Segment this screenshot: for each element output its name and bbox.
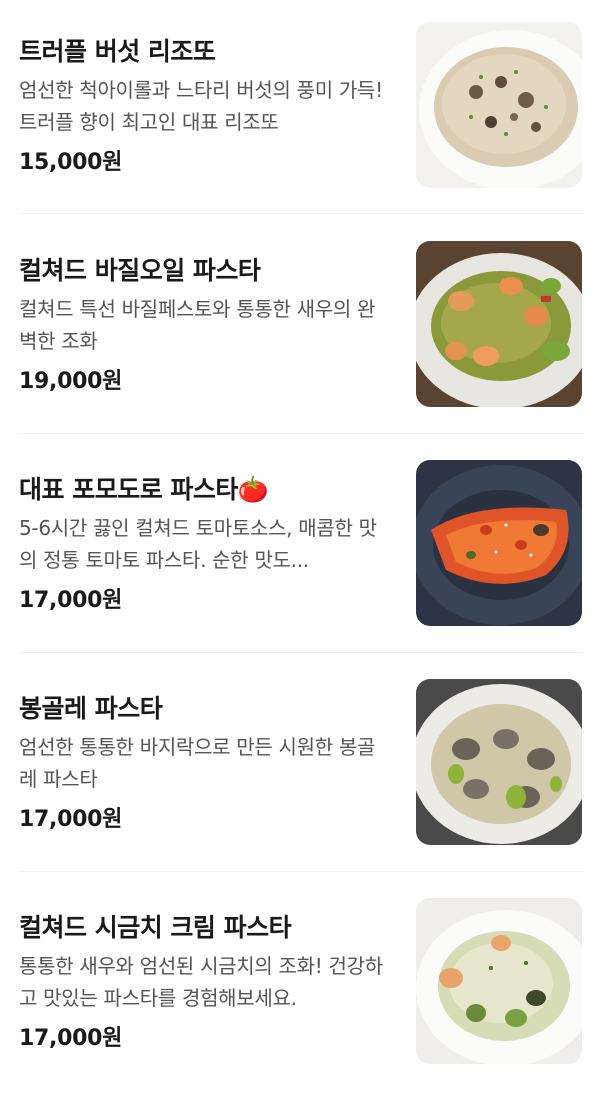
menu-item-price: 19,000원 <box>19 369 123 394</box>
menu-item-name: 대표 포모도로 파스타🍅 <box>19 475 269 504</box>
menu-item-basil-oil-pasta[interactable]: 컬쳐드 바질오일 파스타 컬쳐드 특선 바질페스토와 통통한 새우의 완벽한 조… <box>19 241 583 459</box>
vongole-pasta-photo-graphic <box>416 679 582 845</box>
basil-pasta-photo[interactable] <box>416 241 582 407</box>
spinach-cream-pasta-photo-graphic <box>416 898 582 1064</box>
menu-item-spinach-cream-pasta[interactable]: 컬쳐드 시금치 크림 파스타 통통한 새우와 엄선된 시금치의 조화! 건강하고… <box>19 898 583 1116</box>
menu-item-description: 엄선한 척아이롤과 느타리 버섯의 풍미 가득! 트러플 향이 최고인 대표 리… <box>19 78 383 134</box>
menu-item-description: 5-6시간 끓인 컬쳐드 토마토소스, 매콤한 맛의 정통 토마토 파스타. 순… <box>19 516 377 572</box>
basil-pasta-photo-graphic <box>416 241 582 407</box>
spinach-cream-pasta-photo[interactable] <box>416 898 582 1064</box>
menu-item-name: 봉골레 파스타 <box>19 694 163 723</box>
menu-item-name: 트러플 버섯 리조또 <box>19 37 216 66</box>
menu-item-vongole-pasta[interactable]: 봉골레 파스타 엄선한 통통한 바지락으로 만든 시원한 봉골레 파스타 17,… <box>19 679 583 897</box>
menu-item-description: 컬쳐드 특선 바질페스토와 통통한 새우의 완벽한 조화 <box>19 297 376 353</box>
menu-item-pomodoro-pasta[interactable]: 대표 포모도로 파스타🍅 5-6시간 끓인 컬쳐드 토마토소스, 매콤한 맛의 … <box>19 460 583 678</box>
pomodoro-pasta-photo[interactable] <box>416 460 582 626</box>
menu-item-name: 컬쳐드 시금치 크림 파스타 <box>19 913 292 942</box>
menu-item-name: 컬쳐드 바질오일 파스타 <box>19 256 261 285</box>
menu-item-price: 17,000원 <box>19 1026 123 1051</box>
vongole-pasta-photo[interactable] <box>416 679 582 845</box>
menu-list: 트러플 버섯 리조또 엄선한 척아이롤과 느타리 버섯의 풍미 가득! 트러플 … <box>0 0 602 1068</box>
menu-item-price: 17,000원 <box>19 588 123 613</box>
risotto-photo[interactable] <box>416 22 582 188</box>
divider <box>19 652 583 653</box>
menu-item-truffle-risotto[interactable]: 트러플 버섯 리조또 엄선한 척아이롤과 느타리 버섯의 풍미 가득! 트러플 … <box>19 22 583 240</box>
risotto-photo-graphic <box>416 22 582 188</box>
menu-item-price: 17,000원 <box>19 807 123 832</box>
divider <box>19 433 583 434</box>
divider <box>19 871 583 872</box>
menu-item-price: 15,000원 <box>19 150 123 175</box>
menu-item-description: 엄선한 통통한 바지락으로 만든 시원한 봉골레 파스타 <box>19 735 376 791</box>
menu-item-description: 통통한 새우와 엄선된 시금치의 조화! 건강하고 맛있는 파스타를 경험해보세… <box>19 954 383 1010</box>
divider <box>19 213 583 214</box>
pomodoro-pasta-photo-graphic <box>416 460 582 626</box>
